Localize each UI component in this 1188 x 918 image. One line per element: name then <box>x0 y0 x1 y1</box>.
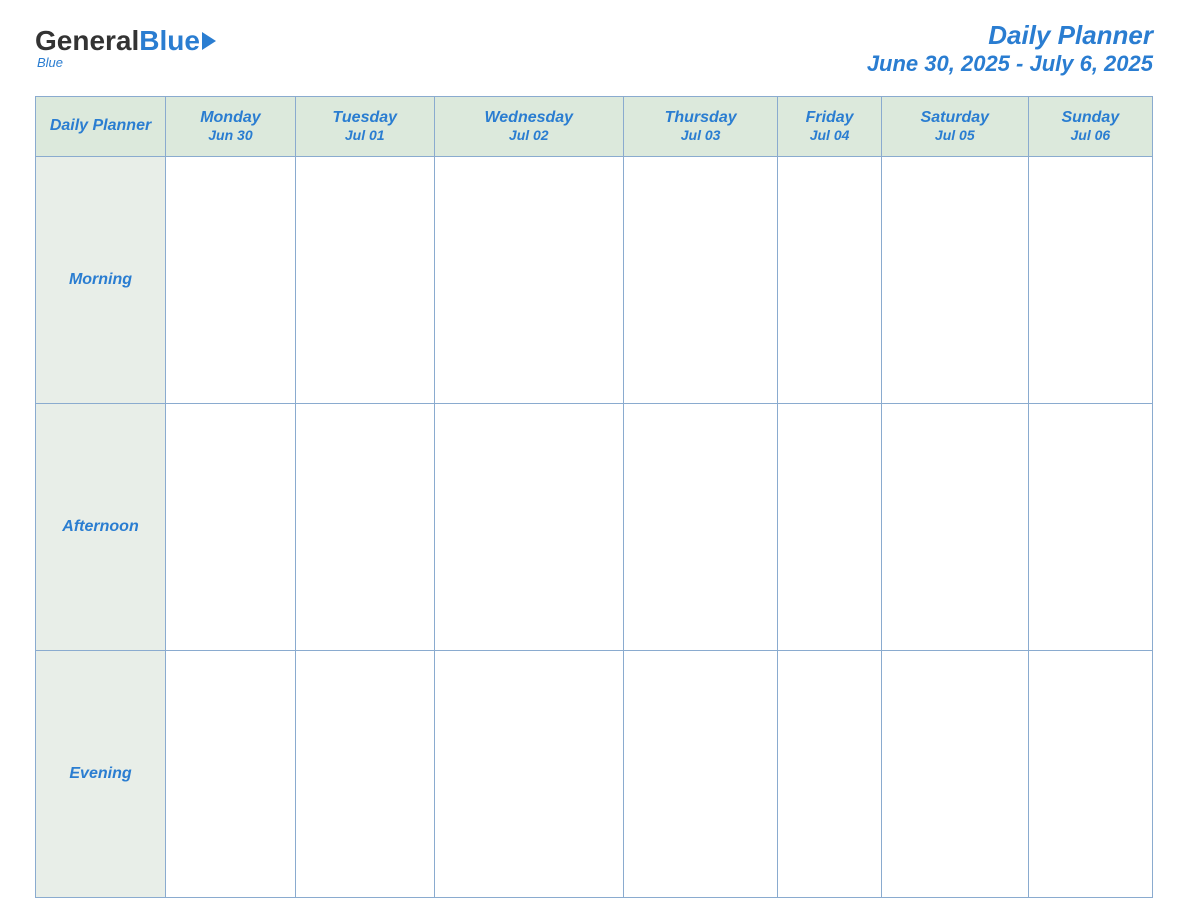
thursday-date: Jul 03 <box>624 127 777 143</box>
afternoon-sunday-cell[interactable] <box>1028 403 1152 650</box>
table-header-row: Daily Planner Monday Jun 30 Tuesday Jul … <box>36 96 1153 156</box>
evening-label: Evening <box>69 765 131 782</box>
saturday-name: Saturday <box>882 109 1028 127</box>
afternoon-row: Afternoon <box>36 403 1153 650</box>
afternoon-thursday-cell[interactable] <box>623 403 777 650</box>
monday-date: Jun 30 <box>166 127 295 143</box>
tuesday-name: Tuesday <box>296 109 434 127</box>
evening-saturday-cell[interactable] <box>881 650 1028 897</box>
header-monday: Monday Jun 30 <box>166 96 296 156</box>
logo-text: General Blue <box>35 27 216 55</box>
header-sunday: Sunday Jul 06 <box>1028 96 1152 156</box>
header-friday: Friday Jul 04 <box>778 96 882 156</box>
evening-thursday-cell[interactable] <box>623 650 777 897</box>
morning-label-cell: Morning <box>36 156 166 403</box>
sunday-date: Jul 06 <box>1029 127 1152 143</box>
header-thursday: Thursday Jul 03 <box>623 96 777 156</box>
saturday-date: Jul 05 <box>882 127 1028 143</box>
afternoon-monday-cell[interactable] <box>166 403 296 650</box>
afternoon-tuesday-cell[interactable] <box>295 403 434 650</box>
afternoon-friday-cell[interactable] <box>778 403 882 650</box>
morning-thursday-cell[interactable] <box>623 156 777 403</box>
afternoon-wednesday-cell[interactable] <box>434 403 623 650</box>
table-header-label: Daily Planner <box>36 96 166 156</box>
morning-wednesday-cell[interactable] <box>434 156 623 403</box>
planner-table: Daily Planner Monday Jun 30 Tuesday Jul … <box>35 96 1153 898</box>
logo-general-text: General <box>35 27 139 55</box>
friday-name: Friday <box>778 109 881 127</box>
morning-row: Morning <box>36 156 1153 403</box>
logo-triangle-icon <box>202 32 216 50</box>
morning-sunday-cell[interactable] <box>1028 156 1152 403</box>
monday-name: Monday <box>166 109 295 127</box>
wednesday-name: Wednesday <box>435 109 623 127</box>
planner-title: Daily Planner <box>867 20 1153 51</box>
header-tuesday: Tuesday Jul 01 <box>295 96 434 156</box>
planner-date-range: June 30, 2025 - July 6, 2025 <box>867 51 1153 77</box>
logo: General Blue Blue <box>35 27 216 70</box>
header-wednesday: Wednesday Jul 02 <box>434 96 623 156</box>
morning-friday-cell[interactable] <box>778 156 882 403</box>
afternoon-label: Afternoon <box>62 518 138 535</box>
daily-planner-label: Daily Planner <box>46 109 155 142</box>
morning-monday-cell[interactable] <box>166 156 296 403</box>
morning-tuesday-cell[interactable] <box>295 156 434 403</box>
afternoon-label-cell: Afternoon <box>36 403 166 650</box>
sunday-name: Sunday <box>1029 109 1152 127</box>
friday-date: Jul 04 <box>778 127 881 143</box>
title-section: Daily Planner June 30, 2025 - July 6, 20… <box>867 20 1153 78</box>
thursday-name: Thursday <box>624 109 777 127</box>
evening-row: Evening <box>36 650 1153 897</box>
afternoon-saturday-cell[interactable] <box>881 403 1028 650</box>
header: General Blue Blue Daily Planner June 30,… <box>35 20 1153 78</box>
page: General Blue Blue Daily Planner June 30,… <box>0 0 1188 918</box>
logo-subtitle: Blue <box>37 55 63 70</box>
morning-label: Morning <box>69 271 132 288</box>
logo-blue-text: Blue <box>139 27 200 55</box>
evening-label-cell: Evening <box>36 650 166 897</box>
tuesday-date: Jul 01 <box>296 127 434 143</box>
evening-wednesday-cell[interactable] <box>434 650 623 897</box>
header-saturday: Saturday Jul 05 <box>881 96 1028 156</box>
evening-monday-cell[interactable] <box>166 650 296 897</box>
wednesday-date: Jul 02 <box>435 127 623 143</box>
evening-tuesday-cell[interactable] <box>295 650 434 897</box>
evening-sunday-cell[interactable] <box>1028 650 1152 897</box>
evening-friday-cell[interactable] <box>778 650 882 897</box>
morning-saturday-cell[interactable] <box>881 156 1028 403</box>
